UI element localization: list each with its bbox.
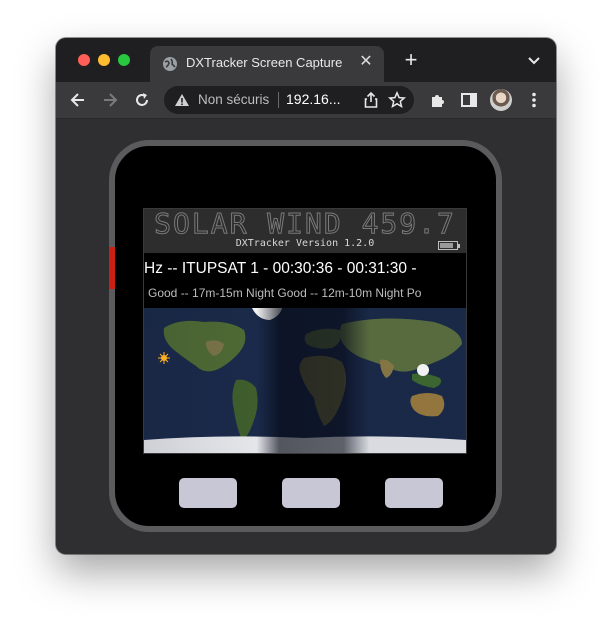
moon-icon (417, 364, 429, 376)
close-window-button[interactable] (78, 54, 90, 66)
version-label: DXTracker Version 1.2.0 (235, 238, 375, 249)
address-bar[interactable]: Non sécuris 192.16... (164, 86, 414, 114)
page-content: SOLAR WIND 459.7 DXTracker Version 1.2.0… (56, 119, 556, 554)
arrow-right-icon[interactable] (100, 90, 120, 110)
band-conditions: Good -- 17m-15m Night Good -- 12m-10m Ni… (148, 286, 422, 300)
solar-wind-title: SOLAR WIND 459.7 (154, 209, 456, 241)
battery-icon (438, 241, 460, 250)
minimize-window-button[interactable] (98, 54, 110, 66)
device-screen: SOLAR WIND 459.7 DXTracker Version 1.2.0… (143, 208, 467, 454)
close-icon[interactable]: ✕ (356, 52, 376, 72)
tab-strip: DXTracker Screen Capture ✕ + (56, 38, 556, 82)
zoom-window-button[interactable] (118, 54, 130, 66)
star-icon[interactable] (388, 91, 406, 109)
device-button-c[interactable] (385, 478, 443, 508)
security-label[interactable]: Non sécuris (198, 92, 269, 107)
plus-icon[interactable]: + (400, 49, 422, 72)
device-button-a[interactable] (179, 478, 237, 508)
world-map (144, 308, 466, 453)
status-led (109, 247, 115, 289)
battery-level (440, 243, 453, 248)
reload-icon[interactable] (132, 90, 152, 110)
kebab-menu-icon[interactable] (524, 90, 544, 110)
satellite-ticker: Hz -- ITUPSAT 1 - 00:30:36 - 00:31:30 - (144, 260, 417, 277)
device-button-b[interactable] (282, 478, 340, 508)
browser-window: DXTracker Screen Capture ✕ + Non sécuris (56, 38, 556, 554)
url-text[interactable]: 192.16... (286, 91, 341, 107)
dxtracker-device: SOLAR WIND 459.7 DXTracker Version 1.2.0… (109, 140, 502, 532)
toolbar: Non sécuris 192.16... (56, 82, 556, 119)
side-panel-icon[interactable] (459, 90, 479, 110)
globe-icon (163, 57, 177, 71)
tab-dxtracker[interactable]: DXTracker Screen Capture ✕ (150, 46, 384, 82)
address-separator (278, 92, 279, 108)
avatar[interactable] (490, 89, 512, 111)
screen-header: SOLAR WIND 459.7 DXTracker Version 1.2.0 (144, 209, 466, 253)
chevron-down-icon[interactable] (526, 52, 542, 68)
share-icon[interactable] (362, 91, 380, 109)
tab-title: DXTracker Screen Capture (186, 55, 343, 70)
puzzle-icon[interactable] (428, 90, 448, 110)
arrow-left-icon[interactable] (68, 90, 88, 110)
warning-icon[interactable] (174, 92, 190, 108)
